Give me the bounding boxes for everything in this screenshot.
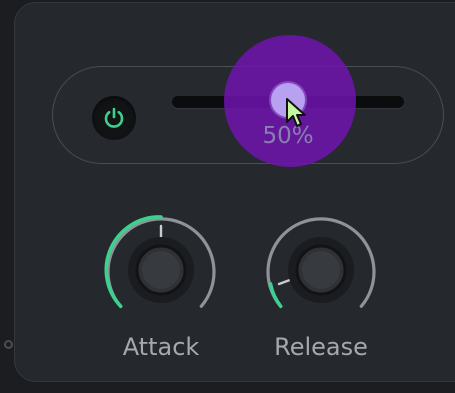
- attack-knob[interactable]: [99, 208, 223, 332]
- pointer-cursor-icon: [286, 98, 306, 127]
- plugin-window: 50% Attack Release: [0, 0, 455, 393]
- release-knob[interactable]: [259, 208, 383, 332]
- release-label: Release: [274, 333, 368, 361]
- attack-label: Attack: [122, 333, 200, 361]
- release-knob-graphic: [266, 217, 376, 309]
- partial-knob-indicator: [4, 340, 13, 349]
- power-icon: [104, 107, 124, 128]
- power-button[interactable]: [92, 96, 136, 140]
- control-panel: [14, 2, 455, 382]
- attack-knob-graphic: [104, 215, 216, 309]
